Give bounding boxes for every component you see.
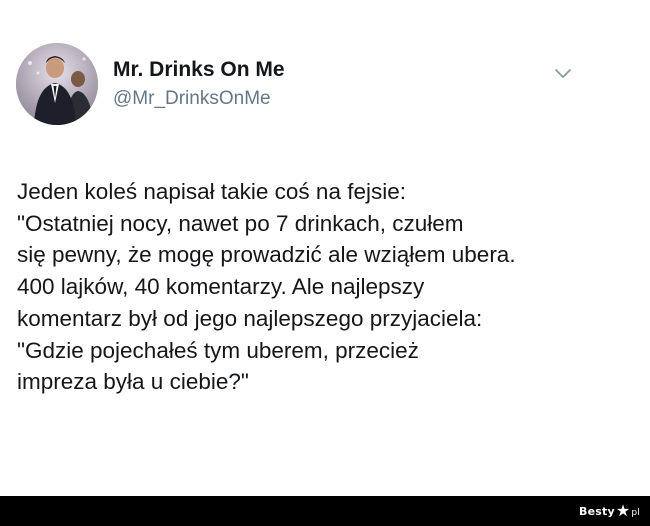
- star-icon: ★: [615, 501, 631, 520]
- watermark-logo: Besty ★ pl: [579, 503, 640, 519]
- chevron-down-icon: [555, 69, 571, 78]
- user-handle[interactable]: @Mr_DrinksOnMe: [113, 88, 271, 110]
- tweet-card: Mr. Drinks On Me @Mr_DrinksOnMe Jeden ko…: [0, 0, 650, 496]
- watermark-brand-suffix: pl: [631, 508, 640, 518]
- tweet-text-line: "Ostatniej nocy, nawet po 7 drinkach, cz…: [17, 210, 464, 236]
- display-name[interactable]: Mr. Drinks On Me: [113, 58, 285, 82]
- tweet-text: Jeden koleś napisał takie coś na fejsie:…: [17, 176, 627, 398]
- profile-photo-icon: [16, 43, 98, 125]
- tweet-text-line: się pewny, że mogę prowadzić ale wziąłem…: [17, 242, 516, 268]
- avatar[interactable]: [16, 43, 98, 125]
- tweet-text-line: 400 lajków, 40 komentarzy. Ale najlepszy: [17, 274, 425, 300]
- tweet-text-line: impreza była u ciebie?": [17, 369, 249, 395]
- tweet-text-line: "Gdzie pojechałeś tym uberem, przecież: [17, 337, 419, 363]
- tweet-text-line: komentarz był od jego najlepszego przyja…: [17, 305, 483, 331]
- watermark-bar: Besty ★ pl: [0, 496, 650, 526]
- watermark-brand-prefix: Besty: [579, 504, 615, 518]
- tweet-text-line: Jeden koleś napisał takie coś na fejsie:: [17, 179, 406, 204]
- tweet-menu-button[interactable]: [551, 63, 575, 83]
